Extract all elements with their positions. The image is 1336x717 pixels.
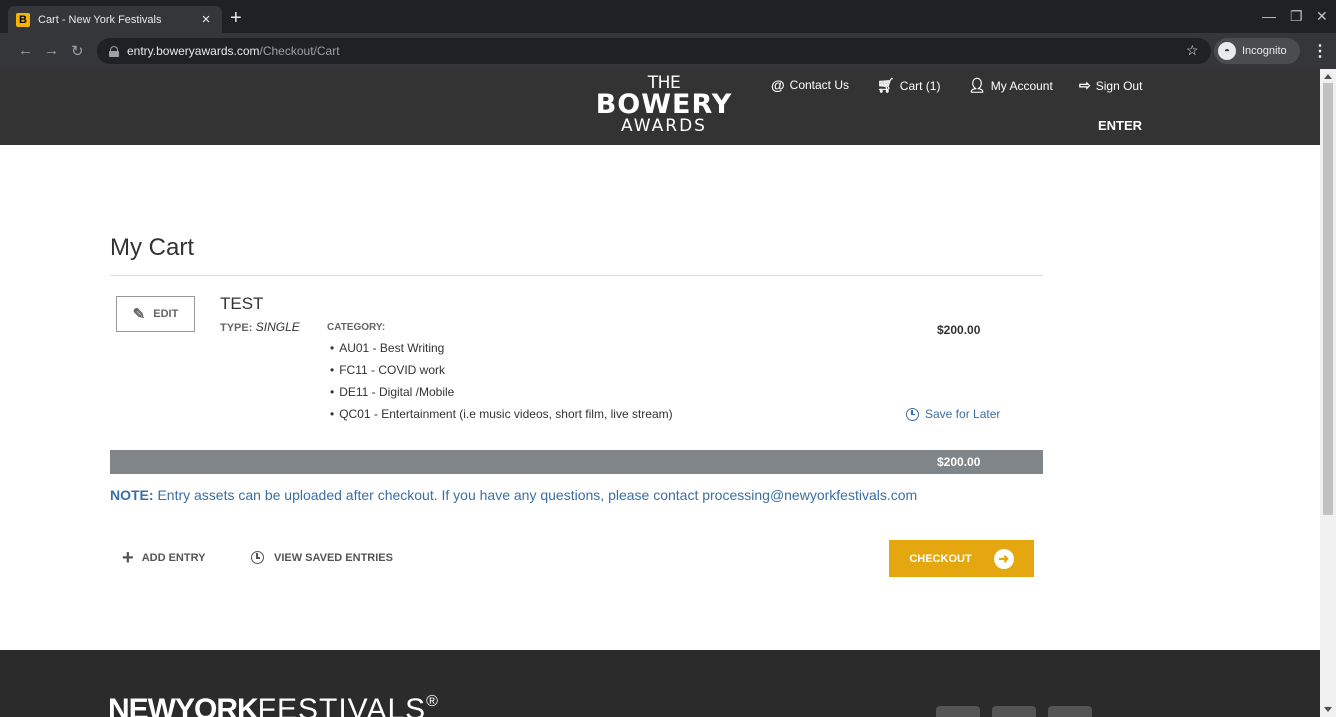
entry-type: TYPE: SINGLE: [220, 320, 300, 334]
page-scrollbar[interactable]: [1320, 69, 1336, 717]
page-title: My Cart: [110, 234, 194, 261]
tab-title: Cart - New York Festivals: [38, 13, 162, 26]
sign-out-link[interactable]: ⇨ Sign Out: [1079, 77, 1142, 94]
sign-out-label: Sign Out: [1095, 78, 1143, 93]
logo-bowery: BOWERY: [595, 89, 733, 120]
edit-entry-button[interactable]: ✎ EDIT: [116, 296, 195, 332]
close-tab-icon[interactable]: ×: [198, 11, 214, 28]
reload-icon[interactable]: ↻: [71, 42, 84, 60]
site-footer: NEWYORKFESTIVALS®: [0, 650, 1320, 717]
user-icon: 👤︎: [968, 77, 986, 93]
logo-festivals: FESTIVALS: [257, 693, 427, 717]
at-icon: @: [771, 77, 785, 93]
registered-mark: ®: [426, 693, 438, 710]
sign-out-icon: ⇨: [1079, 77, 1091, 93]
save-for-later-label: Save for Later: [925, 407, 1001, 421]
edit-label: EDIT: [153, 308, 179, 320]
browser-tabbar: B Cart - New York Festivals × + — ❐ ✕: [0, 0, 1336, 33]
checkout-note: NOTE: Entry assets can be uploaded after…: [110, 487, 917, 503]
checkout-label: CHECKOUT: [909, 552, 972, 565]
browser-tab[interactable]: B Cart - New York Festivals ×: [8, 6, 222, 33]
my-account-label: My Account: [990, 78, 1053, 93]
incognito-icon: ◓: [1218, 42, 1236, 60]
incognito-badge[interactable]: ◓ Incognito: [1214, 38, 1300, 64]
bookmark-star-icon[interactable]: ☆: [1186, 42, 1199, 59]
restore-icon[interactable]: ❐: [1290, 8, 1303, 25]
plus-icon: +: [122, 547, 134, 569]
category-item: AU01 - Best Writing: [327, 341, 673, 363]
url-path: /Checkout/Cart: [259, 44, 340, 58]
cart-label: Cart (1): [899, 78, 941, 93]
title-divider: [110, 275, 1043, 276]
url-host: entry.boweryawards.com: [127, 44, 260, 58]
logo-awards: AWARDS: [621, 116, 707, 136]
enter-link[interactable]: ENTER: [1098, 118, 1142, 133]
cart-icon: 🛒︎: [877, 77, 895, 93]
scroll-up-icon[interactable]: [1324, 74, 1332, 79]
cart-content: My Cart ✎ EDIT TEST TYPE: SINGLE CATEGOR…: [0, 145, 1320, 650]
add-entry-button[interactable]: + ADD ENTRY: [122, 547, 206, 569]
cart-total: $200.00: [937, 455, 981, 469]
category-label: CATEGORY:: [327, 322, 386, 333]
add-entry-label: ADD ENTRY: [141, 552, 206, 564]
close-window-icon[interactable]: ✕: [1316, 8, 1328, 25]
lock-icon: [109, 45, 119, 57]
browser-menu-icon[interactable]: ⋮: [1312, 41, 1328, 61]
note-text: Entry assets can be uploaded after check…: [153, 487, 918, 503]
checkout-button[interactable]: CHECKOUT ➜: [889, 540, 1034, 577]
view-saved-entries-button[interactable]: VIEW SAVED ENTRIES: [251, 551, 393, 564]
facebook-icon[interactable]: [992, 706, 1036, 717]
entry-type-value: SINGLE: [255, 320, 300, 334]
my-account-link[interactable]: 👤︎ My Account: [968, 77, 1053, 94]
category-list: AU01 - Best Writing FC11 - COVID work DE…: [327, 341, 673, 429]
cart-total-bar: $200.00: [110, 450, 1043, 474]
clock-icon: [906, 407, 919, 421]
address-bar[interactable]: entry.boweryawards.com /Checkout/Cart: [97, 38, 1211, 64]
note-label: NOTE:: [110, 487, 154, 503]
entry-price: $200.00: [937, 323, 981, 337]
pencil-icon: ✎: [132, 306, 146, 323]
back-icon[interactable]: ←: [18, 42, 33, 59]
site-header: THE BOWERY AWARDS @ Contact Us 🛒︎ Cart (…: [0, 69, 1320, 145]
bowery-awards-logo[interactable]: THE BOWERY AWARDS: [592, 75, 736, 135]
page-viewport: THE BOWERY AWARDS @ Contact Us 🛒︎ Cart (…: [0, 69, 1320, 717]
view-saved-label: VIEW SAVED ENTRIES: [274, 551, 393, 564]
save-for-later-link[interactable]: Save for Later: [906, 407, 1000, 421]
social-icon[interactable]: [936, 706, 980, 717]
new-tab-icon[interactable]: +: [230, 8, 242, 28]
contact-us-link[interactable]: @ Contact Us: [771, 77, 849, 93]
scroll-thumb[interactable]: [1323, 83, 1333, 515]
site-favicon-icon: B: [16, 12, 30, 27]
browser-toolbar: ← → ↻ entry.boweryawards.com /Checkout/C…: [0, 33, 1336, 69]
scroll-down-icon[interactable]: [1324, 707, 1332, 712]
forward-icon[interactable]: →: [44, 42, 59, 59]
minimize-icon[interactable]: —: [1262, 8, 1276, 24]
category-item: DE11 - Digital /Mobile: [327, 385, 673, 407]
arrow-right-icon: ➜: [993, 548, 1014, 569]
logo-newyork: NEWYORK: [108, 693, 259, 717]
category-item: QC01 - Entertainment (i.e music videos, …: [327, 407, 672, 429]
category-item: FC11 - COVID work: [327, 363, 673, 385]
contact-us-label: Contact Us: [789, 78, 850, 92]
entry-name: TEST: [220, 294, 264, 313]
clock-icon: [251, 551, 264, 564]
cart-link[interactable]: 🛒︎ Cart (1): [877, 77, 940, 94]
entry-type-label: TYPE:: [220, 322, 253, 334]
social-icon[interactable]: [1048, 706, 1092, 717]
incognito-label: Incognito: [1242, 45, 1287, 57]
new-york-festivals-logo[interactable]: NEWYORKFESTIVALS®: [108, 693, 438, 717]
